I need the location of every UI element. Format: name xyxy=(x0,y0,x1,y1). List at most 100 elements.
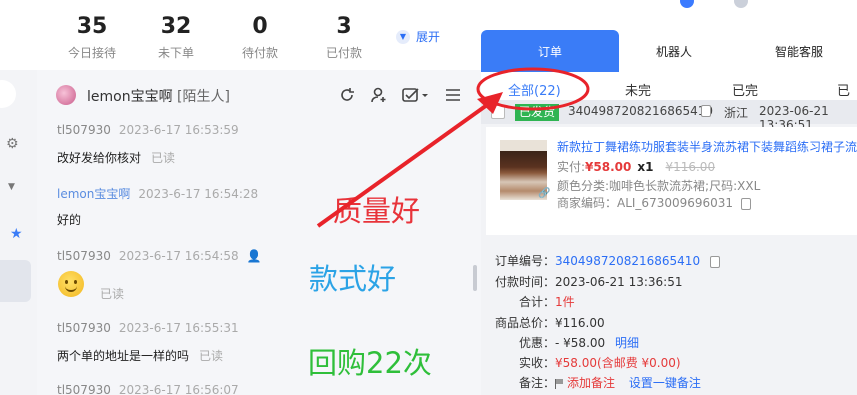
tab-robot[interactable]: 机器人 xyxy=(619,30,729,72)
message-text[interactable]: 两个单的地址是一样的吗 已读 xyxy=(57,347,223,364)
message-body: 改好发给你核对 xyxy=(57,151,142,165)
notification-icon[interactable] xyxy=(680,0,694,8)
message-meta: tl507930 2023-6-17 16:54:58 👤 xyxy=(57,249,261,263)
sender-name: lemon宝宝啊 xyxy=(57,187,131,201)
star-icon[interactable]: ★ xyxy=(10,226,23,242)
detail-value: ¥58.00 xyxy=(555,356,598,370)
order-checkbox[interactable] xyxy=(491,105,505,119)
stat-value: 3 xyxy=(336,14,352,39)
contact-nickname: lemon宝宝啊 xyxy=(87,89,173,105)
chat-panel: lemon宝宝啊 [陌生人] tl507930 2023-6-17 16:53:… xyxy=(37,70,481,395)
detail-value: 2023-06-21 13:36:51 xyxy=(555,275,683,289)
stat-label: 待付款 xyxy=(241,46,278,60)
detail-label: 商品总价： xyxy=(495,316,556,330)
expand-label: 展开 xyxy=(416,30,441,44)
paid-label: 实付: xyxy=(557,160,586,174)
order-panel-tabs: 订单 机器人 智能客服 xyxy=(481,30,857,72)
product-code: 商家编码：ALI_673009696031 xyxy=(557,196,734,210)
message-time: 2023-6-17 16:56:07 xyxy=(118,383,239,395)
detail-label: 优惠： xyxy=(519,336,556,350)
subtab-all[interactable]: 全部(22) xyxy=(508,80,561,99)
add-user-icon[interactable] xyxy=(369,86,389,106)
copy-icon[interactable] xyxy=(701,105,711,117)
stat-value: 35 xyxy=(76,14,108,39)
order-panel: 订单 机器人 智能客服 全部(22) 未完 已完 已关 已发货 34049872… xyxy=(481,30,857,395)
product-original-price: ¥116.00 xyxy=(665,160,716,174)
message-text[interactable]: 好的 xyxy=(57,211,81,228)
message-body: 好的 xyxy=(57,213,82,227)
sidebar-avatar[interactable] xyxy=(0,80,16,108)
subtab-complete[interactable]: 已完 xyxy=(732,80,758,99)
stat-label: 已付款 xyxy=(325,46,362,60)
stats-bar: 35 今日接待 32 未下单 0 待付款 3 已付款 ▼ 展开 xyxy=(0,0,480,70)
message-meta: tl507930 2023-6-17 16:53:59 xyxy=(57,123,239,137)
order-region: 浙江 xyxy=(724,106,749,120)
detail-total: 合计：1件 xyxy=(519,293,575,310)
copy-icon[interactable] xyxy=(709,255,720,268)
product-card: 🔗 新款拉丁舞裙练功服套装半身流苏裙下装舞蹈练习裙子流苏 实付:¥58.00 x1… xyxy=(486,127,857,235)
message-meta: tl507930 2023-6-17 16:55:31 xyxy=(57,321,239,335)
stat-value: 32 xyxy=(160,14,192,39)
stat-today-received: 35 今日接待 xyxy=(52,14,132,61)
left-sidebar: ⚙ ▼ ★ xyxy=(0,70,37,395)
chevron-down-icon: ▼ xyxy=(396,29,410,44)
checklist-icon[interactable] xyxy=(401,86,431,106)
detail-value: 1件 xyxy=(555,295,575,309)
product-sku: 颜色分类:咖啡色长款流苏裙;尺码:XXL xyxy=(557,179,761,193)
detail-pay-time: 付款时间：2023-06-21 13:36:51 xyxy=(495,273,682,290)
product-qty: x1 xyxy=(637,160,654,174)
read-status: 已读 xyxy=(100,287,125,301)
product-title[interactable]: 新款拉丁舞裙练功服套装半身流苏裙下装舞蹈练习裙子流苏 xyxy=(557,138,857,155)
detail-label: 备注： xyxy=(519,376,556,390)
status-badge: 已发货 xyxy=(515,104,560,121)
flag-icon xyxy=(555,378,564,389)
user-icon[interactable] xyxy=(734,0,748,8)
product-price: ¥58.00 xyxy=(585,160,632,174)
refresh-icon[interactable] xyxy=(337,86,357,106)
chat-header-actions xyxy=(337,86,463,106)
caret-down-icon[interactable]: ▼ xyxy=(8,182,15,192)
sidebar-item-selected[interactable] xyxy=(0,260,31,302)
detail-received: 实收：¥58.00(含邮费 ¥0.00) xyxy=(519,354,681,371)
product-code-line: 商家编码：ALI_673009696031 xyxy=(557,194,751,211)
tab-smart-service[interactable]: 智能客服 xyxy=(743,30,855,72)
annotation-style: 款式好 xyxy=(309,262,397,296)
contact-name: lemon宝宝啊 [陌生人] xyxy=(87,86,230,106)
tab-orders[interactable]: 订单 xyxy=(481,30,619,72)
discount-detail-link[interactable]: 明细 xyxy=(615,336,639,350)
stat-value: 0 xyxy=(252,14,268,39)
subtab-incomplete[interactable]: 未完 xyxy=(625,80,651,99)
expand-button[interactable]: ▼ 展开 xyxy=(396,28,440,45)
one-click-remark-link[interactable]: 设置一键备注 xyxy=(629,376,701,390)
add-remark-link[interactable]: 添加备注 xyxy=(567,376,615,390)
shipping-note: (含邮费 ¥0.00) xyxy=(597,356,681,370)
contact-avatar[interactable] xyxy=(56,85,76,105)
read-status: 已读 xyxy=(151,151,176,165)
copy-icon[interactable] xyxy=(740,197,751,210)
chat-scrollbar[interactable] xyxy=(473,265,477,291)
agent-icon: 👤 xyxy=(246,249,262,263)
order-details: 订单编号：3404987208216865410 付款时间：2023-06-21… xyxy=(481,239,857,395)
stat-label: 未下单 xyxy=(157,46,194,60)
menu-icon[interactable] xyxy=(443,86,463,106)
detail-label: 订单编号： xyxy=(495,254,556,268)
detail-label: 付款时间： xyxy=(495,275,556,289)
message-text[interactable]: 改好发给你核对 已读 xyxy=(57,149,175,166)
detail-order-no-value[interactable]: 3404987208216865410 xyxy=(555,254,700,268)
sender-name: tl507930 xyxy=(57,123,111,137)
network-icon[interactable]: ⚙ xyxy=(6,136,19,152)
detail-remark: 备注： 添加备注 设置一键备注 xyxy=(519,374,701,391)
chat-header: lemon宝宝啊 [陌生人] xyxy=(37,70,481,120)
message-time: 2023-6-17 16:55:31 xyxy=(118,321,239,335)
smile-emoji-icon[interactable] xyxy=(58,271,84,297)
detail-value: ¥116.00 xyxy=(555,316,605,330)
sender-name: tl507930 xyxy=(57,249,111,263)
detail-order-no: 订单编号：3404987208216865410 xyxy=(495,252,720,269)
top-status-icons xyxy=(680,0,748,8)
annotation-repurchase: 回购22次 xyxy=(308,346,432,380)
message-meta: lemon宝宝啊 2023-6-17 16:54:28 xyxy=(57,185,258,202)
stat-label: 今日接待 xyxy=(67,46,116,60)
order-number: 3404987208216865410 xyxy=(568,104,714,118)
detail-label: 合计： xyxy=(519,295,556,309)
stat-pending-payment: 0 待付款 xyxy=(220,14,300,61)
